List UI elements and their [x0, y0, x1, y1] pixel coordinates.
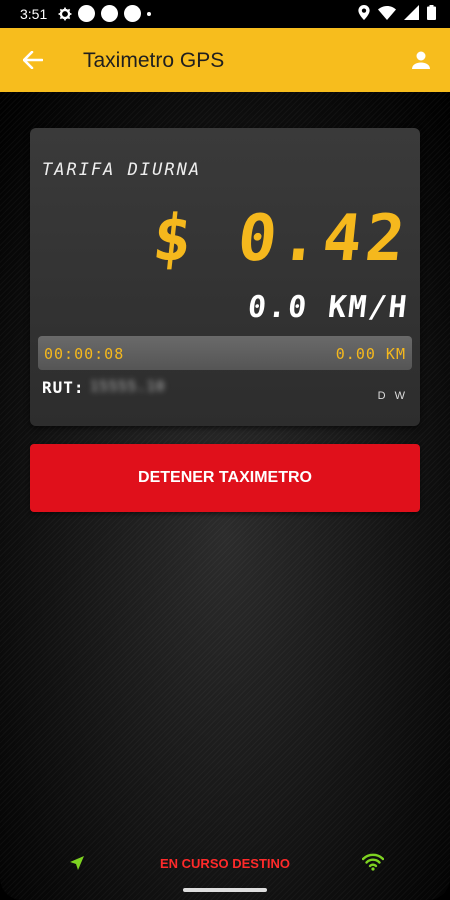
rut-value: 15555.10 — [90, 379, 166, 395]
trip-timer: 00:00:08 — [44, 345, 125, 363]
bottom-status-bar: EN CURSO DESTINO — [0, 850, 450, 880]
status-time: 3:51 — [20, 6, 48, 22]
taximeter-display: TARIFA DIURNA $ 0.42 0.0 KM/H 00:00:08 0… — [30, 128, 420, 426]
speed-readout: 0.0 KM/H — [245, 290, 410, 325]
status-left-icons — [58, 5, 151, 22]
page-title: Taximetro GPS — [83, 49, 225, 72]
status-right-icons — [358, 5, 436, 20]
profile-button[interactable] — [406, 45, 436, 75]
mode-indicator: D W — [377, 390, 408, 402]
phone-screen: 3:51 Taximetro GPS TARIFA DIURNA $ 0.42 … — [0, 0, 450, 900]
notification-dot-icon — [124, 5, 141, 22]
settings-gear-icon — [58, 7, 72, 20]
trip-distance: 0.00 KM — [335, 345, 406, 363]
person-icon — [412, 51, 430, 69]
wifi-status-icon — [378, 5, 396, 20]
status-bar: 3:51 — [0, 0, 450, 28]
location-pin-icon — [358, 5, 370, 20]
stop-taximeter-button[interactable]: DETENER TAXIMETRO — [30, 444, 420, 512]
battery-icon — [427, 5, 436, 20]
wifi-icon — [362, 853, 384, 871]
back-button[interactable] — [18, 46, 48, 74]
tariff-label: TARIFA DIURNA — [42, 160, 202, 180]
rut-label: RUT: — [42, 378, 85, 397]
more-notifications-icon — [147, 11, 151, 16]
trip-info-strip: 00:00:08 0.00 KM — [38, 336, 412, 370]
notification-dot-icon — [101, 5, 118, 22]
main-content: TARIFA DIURNA $ 0.42 0.0 KM/H 00:00:08 0… — [0, 92, 450, 900]
fare-amount: $ 0.42 — [148, 202, 412, 276]
notification-dot-icon — [78, 5, 95, 22]
app-bar: Taximetro GPS — [0, 28, 450, 92]
home-indicator[interactable] — [183, 888, 267, 892]
cell-signal-icon — [404, 5, 419, 20]
arrow-left-icon — [23, 51, 43, 69]
